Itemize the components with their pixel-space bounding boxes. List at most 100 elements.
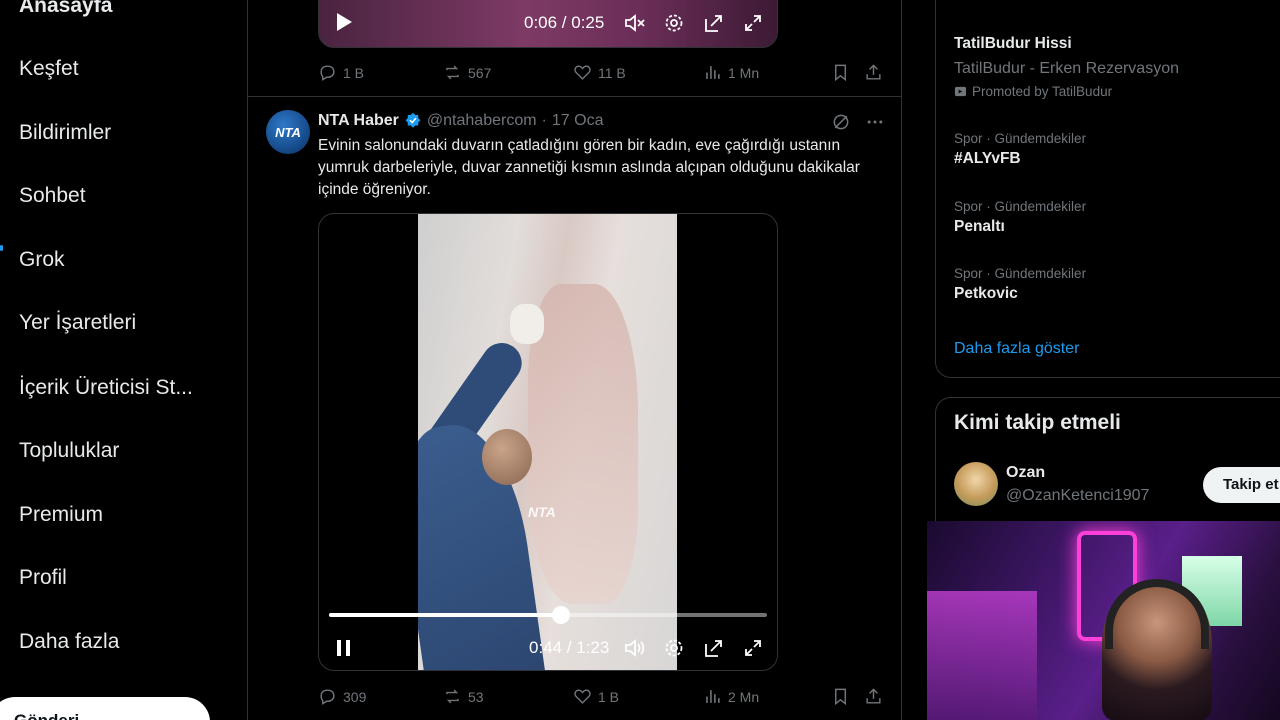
reply-button[interactable]: 309	[318, 687, 366, 706]
more-options-icon[interactable]	[865, 112, 885, 132]
like-count: 1 B	[598, 688, 620, 705]
like-button[interactable]: 11 B	[573, 63, 626, 82]
promoted-icon	[954, 86, 967, 97]
views-count: 1 Mn	[728, 64, 760, 81]
promoted-trend-subtitle[interactable]: TatilBudur - Erken Rezervasyon	[954, 60, 1179, 78]
views-button[interactable]: 2 Mn	[703, 687, 759, 706]
views-count: 2 Mn	[728, 688, 760, 705]
promoted-text: Promoted by TatilBudur	[972, 84, 1113, 99]
reply-count: 309	[343, 688, 367, 705]
repost-button[interactable]: 53	[443, 687, 484, 706]
timeline-feed: 0:06 / 0:25 1 B 567 11 B 1 Mn NTA NTA Ha…	[247, 0, 902, 720]
volume-icon[interactable]	[624, 638, 646, 663]
pause-icon[interactable]	[335, 638, 353, 663]
nav-chat[interactable]: Sohbet	[19, 184, 86, 208]
post-button-label: Gönderi...	[14, 711, 93, 720]
trend-item[interactable]: Spor · Gündemdekiler Petkovic	[954, 266, 1086, 303]
heart-icon	[574, 689, 591, 704]
suggested-user-avatar[interactable]	[954, 462, 998, 506]
video-progress-fill	[329, 613, 562, 617]
notification-dot	[0, 245, 3, 251]
video-frame: NTA	[418, 214, 677, 670]
trend-title: Penaltı	[954, 218, 1005, 235]
heart-icon	[574, 65, 591, 80]
repost-button[interactable]: 567	[443, 63, 491, 82]
video-time: 0:06 / 0:25	[524, 13, 605, 32]
settings-icon[interactable]	[664, 13, 684, 38]
trend-title: #ALYvFB	[954, 150, 1021, 167]
nav-premium[interactable]: Premium	[19, 503, 103, 527]
like-button[interactable]: 1 B	[573, 687, 619, 706]
tweet-date[interactable]: 17 Oca	[552, 112, 604, 130]
video-progress-bar[interactable]	[329, 606, 767, 624]
repost-icon	[446, 65, 459, 80]
bookmark-button[interactable]	[831, 687, 850, 706]
author-handle[interactable]: @ntahabercom	[427, 112, 537, 130]
nav-explore[interactable]: Keşfet	[19, 57, 79, 81]
trend-meta: Spor · Gündemdekiler	[954, 131, 1087, 146]
video-watermark: NTA	[528, 504, 556, 520]
reply-icon	[320, 689, 335, 705]
nav-grok[interactable]: Grok	[19, 248, 65, 272]
grok-icon[interactable]	[831, 112, 851, 132]
bookmark-button[interactable]	[831, 63, 850, 82]
views-icon	[706, 66, 720, 79]
verified-badge-icon	[405, 112, 421, 128]
bookmark-icon	[835, 688, 846, 706]
webcam-overlay	[927, 521, 1280, 720]
reply-button[interactable]: 1 B	[318, 63, 364, 82]
video-worker-head	[482, 429, 532, 485]
promoted-label: Promoted by TatilBudur	[954, 84, 1112, 99]
mute-icon[interactable]	[624, 13, 646, 38]
tweet-divider	[248, 96, 901, 97]
trend-meta: Spor · Gündemdekiler	[954, 199, 1087, 214]
author-avatar[interactable]: NTA	[266, 110, 310, 154]
views-icon	[706, 690, 720, 703]
nav-more[interactable]: Daha fazla	[19, 630, 119, 654]
repost-icon	[446, 689, 459, 704]
post-button[interactable]: Gönderi...	[0, 697, 210, 720]
tweet-top-actions	[831, 112, 885, 132]
show-more-link[interactable]: Daha fazla göster	[954, 340, 1079, 358]
nav-home[interactable]: Anasayfa	[19, 0, 112, 18]
pip-icon[interactable]	[704, 638, 724, 663]
pip-icon[interactable]	[704, 13, 724, 38]
share-icon	[866, 64, 881, 80]
promoted-trend-title[interactable]: TatilBudur Hissi	[954, 35, 1072, 53]
video-time: 0:44 / 1:23	[529, 638, 610, 657]
nav-creator-studio[interactable]: İçerik Üreticisi St...	[19, 376, 193, 400]
video-player[interactable]: NTA 0:44 / 1:23	[318, 213, 778, 671]
repost-count: 567	[468, 64, 492, 81]
views-button[interactable]: 1 Mn	[703, 63, 759, 82]
fullscreen-icon[interactable]	[743, 638, 763, 663]
trend-title: Petkovic	[954, 285, 1018, 302]
follow-button[interactable]: Takip et	[1203, 467, 1280, 503]
share-icon	[866, 688, 881, 704]
separator-dot: ·	[541, 112, 547, 129]
who-to-follow-title: Kimi takip etmeli	[954, 411, 1121, 434]
fullscreen-icon[interactable]	[743, 13, 763, 38]
reply-icon	[320, 65, 335, 81]
previous-tweet-actions: 1 B 567 11 B 1 Mn	[318, 63, 888, 85]
trends-card	[935, 0, 1280, 378]
share-button[interactable]	[864, 63, 883, 82]
bookmark-icon	[835, 64, 846, 82]
reply-count: 1 B	[343, 64, 365, 81]
play-icon[interactable]	[335, 12, 353, 37]
previous-video-player[interactable]: 0:06 / 0:25	[318, 0, 778, 48]
author-name[interactable]: NTA Haber	[318, 112, 399, 130]
share-button[interactable]	[864, 687, 883, 706]
nav-communities[interactable]: Topluluklar	[19, 439, 119, 463]
nav-bookmarks[interactable]: Yer İşaretleri	[19, 311, 136, 335]
tweet-actions: 309 53 1 B 2 Mn	[318, 687, 888, 709]
trend-item[interactable]: Spor · Gündemdekiler #ALYvFB	[954, 131, 1086, 168]
nav-notifications[interactable]: Bildirimler	[19, 121, 111, 145]
like-count: 11 B	[598, 64, 626, 81]
settings-icon[interactable]	[664, 638, 684, 663]
suggested-user-name[interactable]: Ozan	[1006, 464, 1045, 482]
tweet-header: NTA Haber @ntahabercom · 17 Oca	[318, 112, 603, 130]
video-scrubber-handle[interactable]	[552, 606, 571, 624]
trend-item[interactable]: Spor · Gündemdekiler Penaltı	[954, 199, 1086, 236]
suggested-user-handle[interactable]: @OzanKetenci1907	[1006, 487, 1149, 505]
nav-profile[interactable]: Profil	[19, 566, 67, 590]
